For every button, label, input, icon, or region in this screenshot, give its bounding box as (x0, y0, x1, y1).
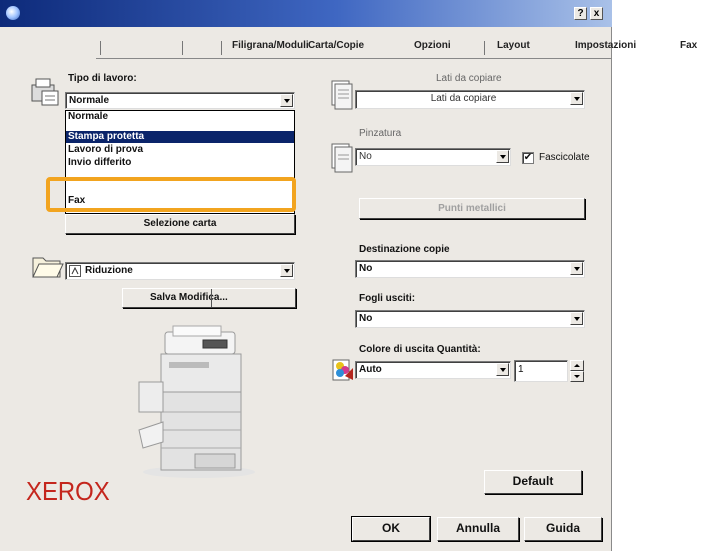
chevron-down-icon[interactable] (570, 92, 583, 105)
cancel-button[interactable]: Annulla (437, 517, 519, 541)
destination-select[interactable]: No (355, 260, 585, 278)
destination-label: Destinazione copie (359, 244, 450, 255)
paper-selection-button[interactable]: Selezione carta (65, 214, 295, 234)
preset-icon (69, 265, 81, 277)
sides-select[interactable]: Lati da copiare (355, 90, 585, 109)
tab-strip: Filigrana/Moduli Carta/Copie Opzioni Lay… (0, 27, 704, 59)
tab-separator (100, 41, 101, 55)
tab-underline (96, 58, 612, 59)
stapling-select[interactable]: No (355, 148, 511, 166)
save-changes-label: Salva Modifica... (150, 292, 228, 303)
save-changes-button[interactable]: Salva Modifica... (122, 288, 296, 308)
chevron-down-icon[interactable] (570, 312, 583, 325)
job-type-select[interactable]: Normale (65, 92, 295, 109)
tab-separator (484, 41, 485, 55)
staples-button[interactable]: Punti metallici (359, 198, 585, 219)
job-type-option-normale[interactable]: Normale (66, 111, 294, 123)
color-quantity-label: Colore di uscita Quantità: (359, 344, 481, 355)
color-output-value: Auto (359, 364, 382, 375)
sides-icon (331, 80, 353, 110)
separators-value: No (359, 313, 373, 324)
chevron-down-icon[interactable] (496, 150, 509, 163)
folder-icon (32, 257, 64, 278)
separators-select[interactable]: No (355, 310, 585, 328)
chevron-down-icon[interactable] (280, 264, 293, 277)
job-type-option-invio-differito[interactable]: Invio differito (66, 157, 294, 169)
tab-blank-1[interactable] (104, 35, 180, 59)
stapling-value: No (359, 151, 372, 162)
saved-settings-select[interactable]: Riduzione (65, 262, 295, 280)
default-button[interactable]: Default (484, 470, 582, 494)
close-title-button[interactable]: x (590, 7, 603, 20)
xerox-logo: XEROX (26, 476, 110, 506)
tab-layout[interactable]: Layout (497, 35, 530, 59)
tab-blank-2[interactable] (186, 35, 218, 59)
color-output-select[interactable]: Auto (355, 361, 511, 379)
ok-button[interactable]: OK (352, 517, 430, 541)
job-type-option-lavoro-di-prova[interactable]: Lavoro di prova (66, 144, 294, 156)
tab-fax[interactable]: Fax (680, 35, 697, 59)
job-type-label: Tipo di lavoro: (68, 73, 137, 84)
title-bar: ? x (0, 0, 612, 27)
chevron-down-icon[interactable] (496, 363, 509, 376)
sides-value: Lati da copiare (430, 93, 497, 104)
quantity-value: 1 (518, 364, 524, 375)
job-type-icon (31, 78, 59, 106)
print-properties-dialog: ? x Tipo di lavoro: Normale Normale Stam… (0, 0, 612, 551)
help-title-button[interactable]: ? (574, 7, 587, 20)
tab-separator (182, 41, 183, 55)
chevron-down-icon[interactable] (570, 262, 583, 275)
tab-options[interactable]: Opzioni (414, 35, 451, 59)
printer-app-icon (6, 6, 20, 20)
quantity-up-icon[interactable] (570, 360, 584, 371)
separators-label: Fogli usciti: (359, 293, 416, 304)
tab-separator (221, 41, 222, 55)
save-button-divider (211, 289, 212, 307)
quantity-down-icon[interactable] (570, 371, 584, 382)
job-type-option-stampa-protetta[interactable]: Stampa protetta (66, 131, 294, 143)
job-type-value: Normale (69, 95, 110, 106)
help-button[interactable]: Guida (524, 517, 602, 541)
collate-label: Fascicolate (539, 152, 590, 163)
stapling-label: Pinzatura (359, 128, 402, 139)
stapling-icon (331, 143, 353, 173)
chevron-down-icon[interactable] (280, 94, 293, 107)
color-output-icon (332, 359, 353, 381)
collate-checkbox[interactable]: ✔ (522, 152, 534, 164)
sides-label: Lati da copiare (436, 73, 502, 84)
tab-paper-copies[interactable]: Carta/Copie (308, 35, 364, 59)
tab-watermark-forms[interactable]: Filigrana/Moduli (232, 35, 309, 59)
printer-illustration-icon (138, 325, 255, 478)
destination-value: No (359, 263, 373, 274)
tab-settings[interactable]: Impostazioni (575, 35, 636, 59)
quantity-input[interactable]: 1 (514, 360, 568, 382)
fax-option-highlight (46, 177, 296, 212)
quantity-stepper[interactable] (570, 360, 584, 382)
